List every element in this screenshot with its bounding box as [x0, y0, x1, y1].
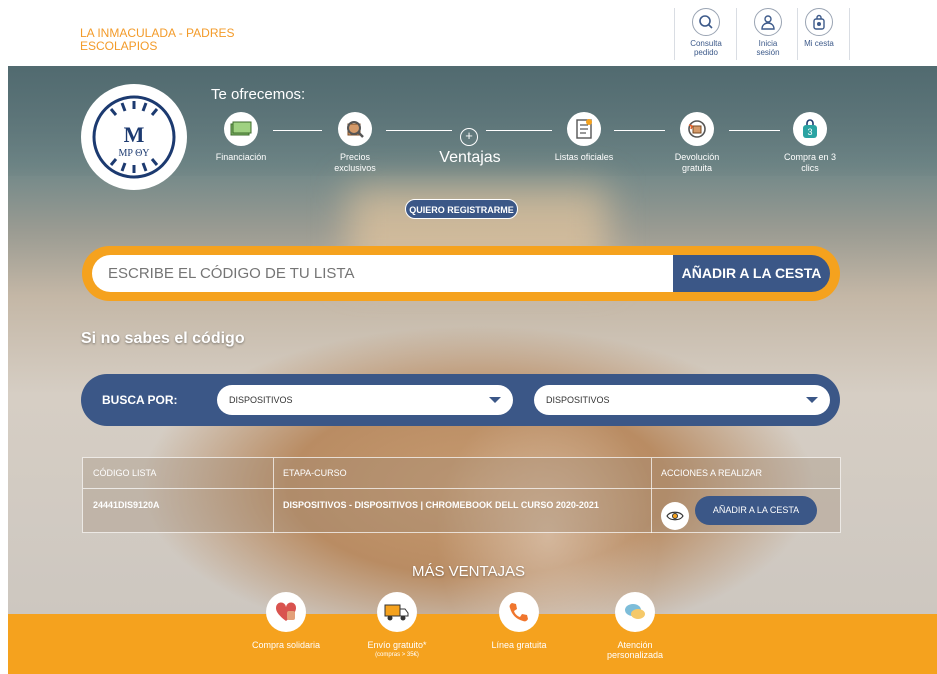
dropdown-arrow-icon — [489, 397, 501, 403]
school-name[interactable]: LA INMACULADA - PADRES ESCOLAPIOS — [80, 27, 280, 53]
advantage-label: Compra solidaria — [251, 640, 321, 650]
table-cell-code: 24441DIS9120A — [93, 500, 160, 510]
inicia-sesion-label: Inicia sesión — [756, 39, 780, 57]
more-advantages-title: MÁS VENTAJAS — [411, 563, 526, 580]
plus-icon: + — [460, 128, 478, 146]
bag-icon — [805, 8, 833, 36]
advantage-atencion: Atención personalizada — [590, 592, 680, 660]
magnifier-box-icon — [338, 112, 372, 146]
advantage-note: (compras > 35€) — [375, 652, 419, 658]
checklist-icon — [567, 112, 601, 146]
separator — [736, 8, 737, 60]
connector-line — [614, 130, 665, 131]
ventajas-label: Ventajas — [439, 149, 501, 166]
consulta-pedido-button[interactable]: Consulta pedido — [684, 8, 728, 62]
row-add-to-cart-button[interactable]: AÑADIR A LA CESTA — [695, 496, 817, 525]
consulta-pedido-label: Consulta pedido — [690, 39, 722, 57]
money-icon — [224, 112, 258, 146]
search-icon — [692, 8, 720, 36]
search-by-label: BUSCA POR: — [102, 393, 178, 407]
advantage-compra: 3 Compra en 3 clics — [775, 112, 845, 174]
user-icon — [754, 8, 782, 36]
advantage-label: Devolución gratuita — [674, 152, 720, 173]
inicia-sesion-button[interactable]: Inicia sesión — [746, 8, 790, 62]
connector-line — [273, 130, 322, 131]
table-header-code: CÓDIGO LISTA — [93, 468, 157, 478]
svg-text:3: 3 — [807, 127, 812, 137]
connector-line — [486, 130, 552, 131]
subcategory-select-value: DISPOSITIVOS — [546, 395, 610, 405]
advantage-label: Financiación — [215, 152, 267, 162]
advantage-label: Precios exclusivos — [334, 152, 376, 173]
advantage-label: Línea gratuita — [491, 640, 547, 650]
register-button[interactable]: QUIERO REGISTRARME — [405, 199, 518, 219]
list-code-input[interactable] — [92, 255, 692, 292]
separator — [849, 8, 850, 60]
svg-text:MP ΘY: MP ΘY — [118, 148, 149, 159]
results-table: CÓDIGO LISTA ETAPA-CURSO ACCIONES A REAL… — [82, 457, 841, 533]
advantage-financiacion: Financiación — [206, 112, 276, 163]
advantage-label: Listas oficiales — [554, 152, 614, 162]
school-logo: M MP ΘY — [81, 84, 187, 190]
add-to-cart-button[interactable]: AÑADIR A LA CESTA — [673, 255, 830, 292]
advantage-precios: Precios exclusivos — [320, 112, 390, 174]
no-code-heading: Si no sabes el código — [81, 330, 245, 347]
svg-text:M: M — [124, 122, 145, 147]
dropdown-arrow-icon — [806, 397, 818, 403]
connector-line — [386, 130, 452, 131]
table-cell-stage: DISPOSITIVOS - DISPOSITIVOS | CHROMEBOOK… — [283, 500, 599, 510]
mi-cesta-label: Mi cesta — [804, 39, 834, 48]
advantage-compra-solidaria: Compra solidaria — [241, 592, 331, 650]
truck-icon — [377, 592, 417, 632]
search-by-bar: BUSCA POR: DISPOSITIVOS DISPOSITIVOS — [81, 374, 840, 426]
advantage-label: Atención personalizada — [606, 640, 664, 660]
advantage-envio-gratuito: Envío gratuito* (compras > 35€) — [352, 592, 442, 660]
table-header-stage: ETAPA-CURSO — [283, 468, 347, 478]
category-select-value: DISPOSITIVOS — [229, 395, 293, 405]
advantage-devolucion: Devolución gratuita — [662, 112, 732, 174]
table-header-actions: ACCIONES A REALIZAR — [661, 468, 763, 478]
bag-3-icon: 3 — [793, 112, 827, 146]
mi-cesta-button[interactable]: Mi cesta — [797, 8, 841, 62]
advantage-linea-gratuita: Línea gratuita — [474, 592, 564, 650]
advantage-listas: Listas oficiales — [549, 112, 619, 163]
heart-hand-icon — [266, 592, 306, 632]
top-bar: LA INMACULADA - PADRES ESCOLAPIOS Consul… — [0, 0, 937, 66]
category-select[interactable]: DISPOSITIVOS — [217, 385, 513, 415]
separator — [674, 8, 675, 60]
list-code-search-bar: AÑADIR A LA CESTA — [82, 246, 840, 301]
connector-line — [729, 130, 780, 131]
view-eye-icon[interactable] — [661, 502, 689, 530]
subcategory-select[interactable]: DISPOSITIVOS — [534, 385, 830, 415]
chat-icon — [615, 592, 655, 632]
offer-title: Te ofrecemos: — [211, 86, 306, 103]
footer-band — [8, 614, 937, 674]
advantage-label: Envío gratuito* — [367, 640, 427, 650]
advantage-label: Compra en 3 clics — [783, 152, 837, 173]
phone-icon — [499, 592, 539, 632]
school-seal-icon: M MP ΘY — [92, 95, 176, 179]
return-icon — [680, 112, 714, 146]
